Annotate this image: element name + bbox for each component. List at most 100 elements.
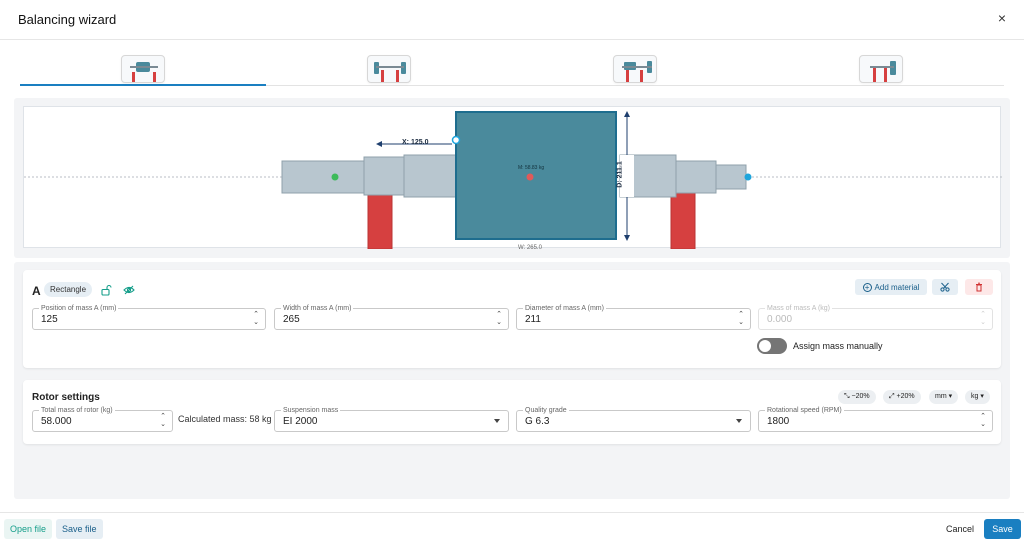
stepper-icon[interactable]: ⌃ ⌄ bbox=[737, 311, 745, 327]
position-field[interactable]: Position of mass A (mm) 125 ⌃ ⌄ bbox=[32, 304, 266, 330]
dialog-header: Balancing wizard × bbox=[0, 0, 1024, 40]
stepper-icon: ⌃ ⌄ bbox=[980, 311, 986, 326]
quality-grade-select[interactable]: Quality grade G 6.3 bbox=[516, 406, 751, 432]
x-dimension-label: X: 125.0 bbox=[402, 139, 429, 146]
rotor-drawing bbox=[24, 111, 1002, 249]
scale-down-label: −20% bbox=[851, 393, 870, 400]
width-field-label: Width of mass A (mm) bbox=[281, 304, 354, 313]
add-material-button[interactable]: + Add material bbox=[855, 279, 927, 295]
rotor-layout-4-icon bbox=[859, 55, 903, 83]
calculated-mass: Calculated mass: 58 kg bbox=[178, 414, 272, 424]
caret-down-icon: ▾ bbox=[948, 393, 953, 400]
shrink-icon: ⤡ bbox=[844, 393, 852, 400]
mass-field: Mass of mass A (kg) 0.000 ⌃ ⌄ bbox=[758, 304, 993, 330]
scale-up-label: +20% bbox=[896, 393, 915, 400]
shaft-segment-2 bbox=[363, 156, 405, 196]
scissors-icon bbox=[940, 282, 950, 292]
mass-field-value: 0.000 bbox=[767, 314, 793, 325]
mass-unit-select[interactable]: kg ▾ bbox=[965, 390, 990, 404]
rotor-settings-panel: Rotor settings ⤡ −20% ⤢ +20% mm ▾ kg ▾ T… bbox=[23, 380, 1001, 444]
right-end-point bbox=[744, 173, 752, 181]
shaft-segment-5 bbox=[675, 160, 717, 194]
calculated-mass-label: Calculated mass: bbox=[178, 414, 248, 424]
close-icon[interactable]: × bbox=[998, 10, 1006, 26]
unlock-icon[interactable] bbox=[98, 282, 114, 298]
quality-grade-value: G 6.3 bbox=[525, 416, 550, 427]
left-end-point bbox=[331, 173, 339, 181]
mass-a-panel: A Rectangle + Add material Position of m… bbox=[23, 270, 1001, 368]
shaft-segment-3 bbox=[403, 154, 457, 198]
caret-down-icon bbox=[736, 419, 742, 423]
suspension-mass-select[interactable]: Suspension mass EI 2000 bbox=[274, 406, 509, 432]
delete-button[interactable] bbox=[965, 279, 993, 295]
tab-layout-3[interactable] bbox=[512, 50, 758, 86]
d-dimension-label: D: 211.1 bbox=[616, 161, 624, 188]
stepper-icon[interactable]: ⌃ ⌄ bbox=[252, 311, 260, 327]
support-left bbox=[367, 194, 393, 249]
save-button[interactable]: Save bbox=[984, 519, 1021, 539]
scale-up-button[interactable]: ⤢ +20% bbox=[883, 390, 921, 404]
mass-letter: A bbox=[32, 284, 41, 298]
length-unit-select[interactable]: mm ▾ bbox=[929, 390, 959, 404]
add-circle-icon: + bbox=[862, 282, 872, 292]
position-field-label: Position of mass A (mm) bbox=[39, 304, 119, 313]
support-right bbox=[670, 192, 696, 249]
visibility-off-icon[interactable] bbox=[121, 282, 137, 298]
rotor-settings-title: Rotor settings bbox=[32, 392, 100, 403]
suspension-mass-label: Suspension mass bbox=[281, 406, 341, 415]
rotor-layout-3-icon bbox=[613, 55, 657, 83]
caret-down-icon bbox=[494, 419, 500, 423]
tab-layout-2[interactable] bbox=[266, 50, 512, 86]
cancel-button[interactable]: Cancel bbox=[940, 519, 980, 539]
layout-tabs bbox=[20, 50, 1004, 86]
trash-icon bbox=[976, 282, 982, 292]
caret-down-icon: ▾ bbox=[980, 393, 984, 400]
mass-center-point bbox=[526, 173, 534, 181]
total-mass-value: 58.000 bbox=[41, 416, 72, 427]
length-unit-value: mm bbox=[935, 393, 947, 400]
split-button[interactable] bbox=[932, 279, 958, 295]
stepper-icon[interactable]: ⌃ ⌄ bbox=[979, 413, 987, 429]
shaft-segment-1 bbox=[281, 160, 365, 194]
toggle-knob bbox=[759, 340, 771, 352]
mass-field-label: Mass of mass A (kg) bbox=[765, 304, 833, 313]
open-file-button[interactable]: Open file bbox=[4, 519, 53, 539]
stepper-icon[interactable]: ⌃ ⌄ bbox=[159, 413, 167, 429]
rotational-speed-label: Rotational speed (RPM) bbox=[765, 406, 844, 415]
w-dimension-label: W: 265.0 bbox=[518, 245, 542, 249]
mass-value-label: M: 58.83 kg bbox=[518, 165, 545, 171]
rotor-layout-1-icon bbox=[121, 55, 165, 83]
stepper-icon[interactable]: ⌃ ⌄ bbox=[495, 311, 503, 327]
dialog-title: Balancing wizard bbox=[18, 12, 117, 27]
width-field[interactable]: Width of mass A (mm) 265 ⌃ ⌄ bbox=[274, 304, 509, 330]
shape-chip[interactable]: Rectangle bbox=[44, 282, 93, 297]
tab-layout-1[interactable] bbox=[20, 50, 266, 86]
rotor-layout-2-icon bbox=[367, 55, 411, 83]
mass-a-block bbox=[455, 111, 617, 240]
rotational-speed-value: 1800 bbox=[767, 416, 790, 427]
suspension-mass-value: EI 2000 bbox=[283, 416, 318, 427]
diameter-field-value: 211 bbox=[525, 314, 541, 325]
assign-mass-toggle[interactable] bbox=[757, 338, 787, 354]
expand-icon: ⤢ bbox=[889, 393, 897, 400]
quality-grade-label: Quality grade bbox=[523, 406, 569, 415]
diameter-field[interactable]: Diameter of mass A (mm) 211 ⌃ ⌄ bbox=[516, 304, 751, 330]
rotor-canvas[interactable]: X: 125.0 D: 211.1 M: 58.83 kg W: 265.0 bbox=[23, 106, 1002, 249]
position-handle bbox=[451, 135, 461, 145]
position-field-value: 125 bbox=[41, 314, 58, 325]
rotational-speed-field[interactable]: Rotational speed (RPM) 1800 ⌃ ⌄ bbox=[758, 406, 993, 432]
settings-area: A Rectangle + Add material Position of m… bbox=[14, 262, 1010, 499]
scale-down-button[interactable]: ⤡ −20% bbox=[838, 390, 876, 404]
tab-layout-4[interactable] bbox=[758, 50, 1004, 86]
mass-unit-value: kg bbox=[971, 393, 979, 400]
add-material-label: Add material bbox=[874, 282, 920, 292]
shaft-segment-6 bbox=[715, 164, 747, 190]
calculated-mass-value: 58 kg bbox=[249, 414, 272, 424]
total-mass-label: Total mass of rotor (kg) bbox=[39, 406, 115, 415]
save-file-button[interactable]: Save file bbox=[56, 519, 103, 539]
total-mass-field[interactable]: Total mass of rotor (kg) 58.000 ⌃ ⌄ bbox=[32, 406, 173, 432]
width-field-value: 265 bbox=[283, 314, 300, 325]
rotor-canvas-area: X: 125.0 D: 211.1 M: 58.83 kg W: 265.0 bbox=[14, 98, 1010, 258]
diameter-field-label: Diameter of mass A (mm) bbox=[523, 304, 606, 313]
balancing-wizard-dialog: Balancing wizard × X: 125.0 D: 211.1 M: … bbox=[0, 0, 1024, 541]
